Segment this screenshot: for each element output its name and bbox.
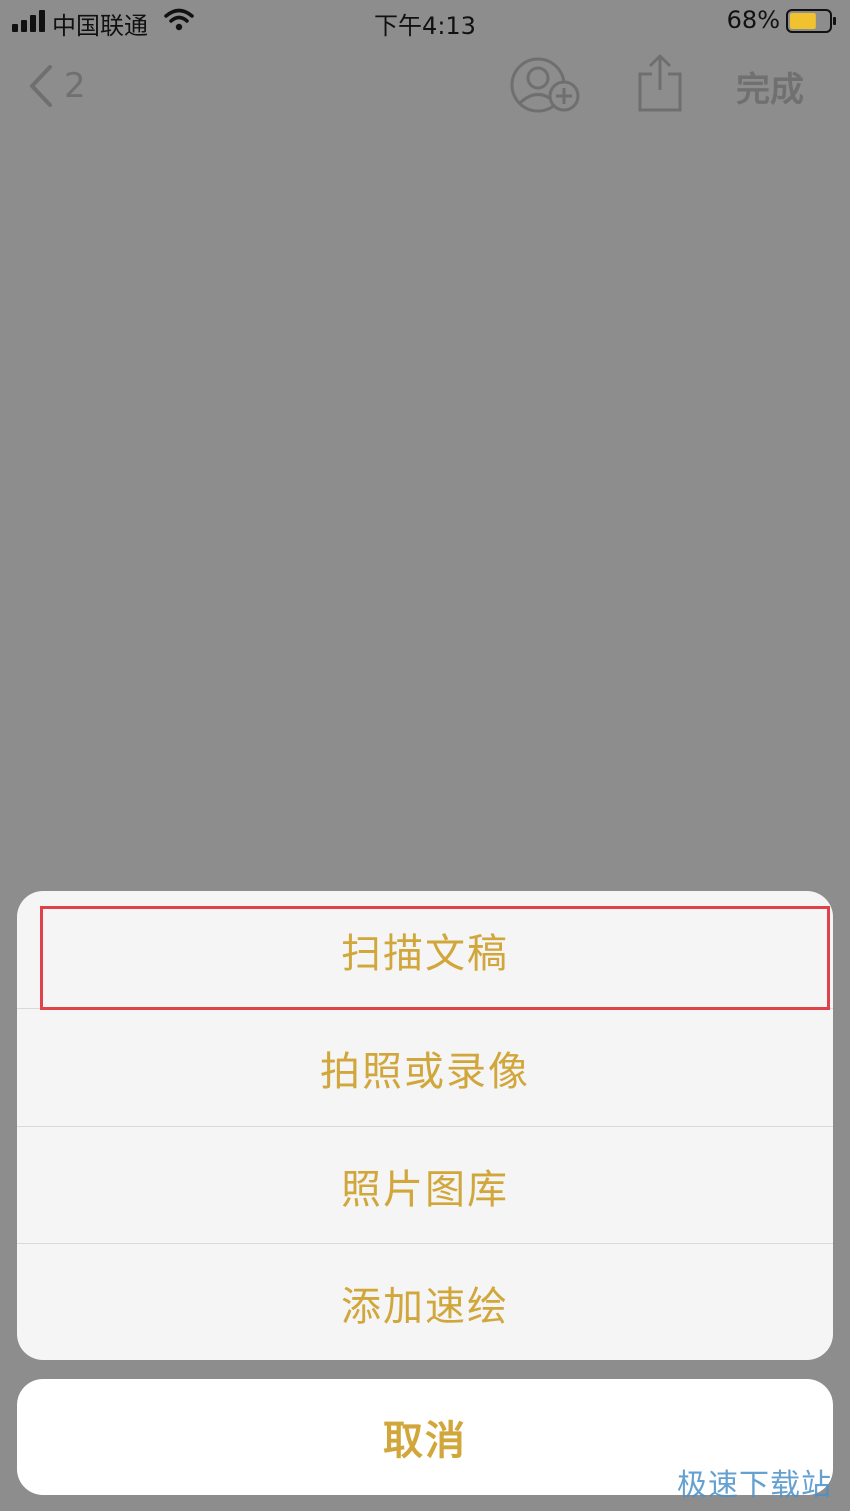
share-icon[interactable]: [636, 52, 684, 114]
scan-documents-option[interactable]: 扫描文稿: [17, 891, 833, 1008]
action-sheet: 扫描文稿 拍照或录像 照片图库 添加速绘: [17, 891, 833, 1360]
back-chevron-icon: [30, 65, 52, 107]
battery-icon: [786, 9, 836, 33]
back-count-label: 2: [64, 66, 86, 106]
take-photo-or-video-option[interactable]: 拍照或录像: [17, 1009, 833, 1126]
clock: 下午4:13: [374, 12, 476, 40]
status-bar: 中国联通 下午4:13 68%: [0, 0, 850, 44]
add-person-icon[interactable]: [508, 56, 582, 114]
watermark: 极速下载站: [677, 1468, 832, 1503]
battery-percentage: 68%: [726, 6, 780, 34]
back-button[interactable]: 2: [26, 60, 86, 112]
photo-library-option[interactable]: 照片图库: [17, 1127, 833, 1244]
done-button[interactable]: 完成: [736, 62, 804, 111]
add-sketch-option[interactable]: 添加速绘: [17, 1244, 833, 1360]
